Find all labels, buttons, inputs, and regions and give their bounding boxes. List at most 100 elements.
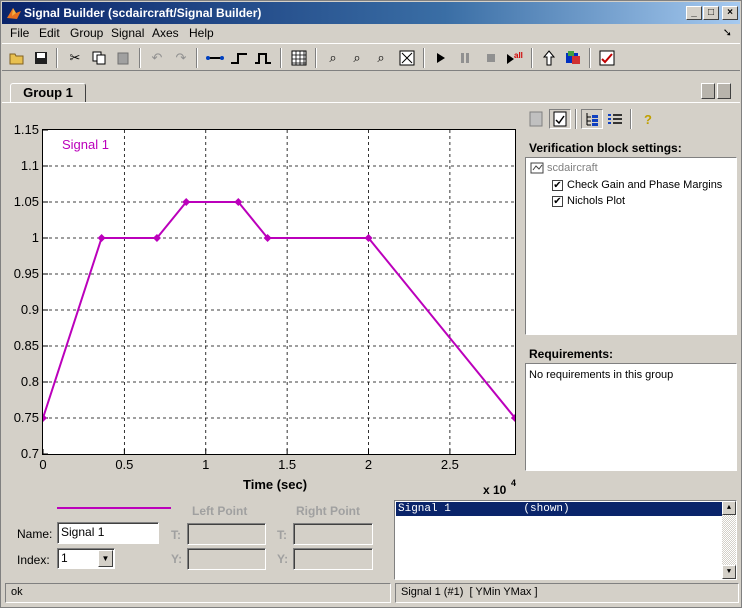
maximize-button[interactable]: □: [703, 6, 719, 20]
requirements-view-icon[interactable]: [525, 109, 547, 129]
left-point-y-field[interactable]: [187, 548, 266, 570]
x-tick-label: 0.5: [115, 457, 134, 472]
verification-requirements-icon[interactable]: [596, 48, 618, 68]
stop-icon[interactable]: [480, 48, 502, 68]
signal-line-sample: [57, 507, 171, 509]
tree-root-scdaircraft[interactable]: scdaircraft: [530, 162, 598, 174]
signal-list-row[interactable]: Signal 1 (shown): [396, 502, 722, 516]
redo-icon[interactable]: ↷: [170, 48, 192, 68]
full-view-icon[interactable]: [396, 48, 418, 68]
verification-tree[interactable]: scdaircraft ✔ Check Gain and Phase Margi…: [525, 157, 737, 335]
x-axis-label: Time (sec): [243, 477, 308, 492]
help-icon[interactable]: ?: [637, 109, 659, 129]
left-y-label: Y:: [171, 552, 183, 566]
zoom-xy-icon[interactable]: ⌕: [322, 48, 344, 68]
toolbar-separator: [589, 48, 591, 68]
right-point-y-field[interactable]: [293, 548, 373, 570]
toolbar-separator: [196, 48, 198, 68]
panel-separator: [630, 109, 632, 129]
verification-view-icon[interactable]: [549, 109, 571, 129]
right-t-label: T:: [277, 528, 287, 542]
scroll-up-icon[interactable]: ▲: [722, 501, 736, 515]
tree-item-label: Check Gain and Phase Margins: [567, 179, 723, 191]
cut-icon[interactable]: ✂: [64, 48, 86, 68]
signal-name-field[interactable]: Signal 1: [57, 522, 159, 544]
x-tick-label: 2: [364, 457, 373, 472]
undo-icon[interactable]: ↶: [146, 48, 168, 68]
group-tab-strip: Group 1: [2, 77, 740, 103]
title-bar[interactable]: Signal Builder (scdaircraft/Signal Build…: [2, 2, 740, 24]
menu-axes[interactable]: Axes: [152, 26, 179, 40]
status-bar-left: ok: [5, 583, 391, 603]
grid-icon[interactable]: [288, 48, 310, 68]
signal-list[interactable]: Signal 1 (shown) ▲ ▼: [394, 500, 737, 580]
tree-item-nichols-plot[interactable]: ✔ Nichols Plot: [552, 195, 625, 207]
signal-legend-label: Signal 1: [62, 137, 109, 152]
left-t-label: T:: [171, 528, 181, 542]
toolbar-separator: [280, 48, 282, 68]
panel-separator: [575, 109, 577, 129]
save-icon[interactable]: [30, 48, 52, 68]
right-point-t-field[interactable]: [293, 523, 373, 545]
toolbar-separator: [423, 48, 425, 68]
list-view-icon[interactable]: [604, 109, 626, 129]
signal-point[interactable]: [43, 414, 47, 422]
model-icon: [530, 162, 544, 174]
requirements-list[interactable]: No requirements in this group: [525, 363, 737, 471]
signal-index-dropdown[interactable]: 1 ▼: [57, 548, 115, 569]
zoom-y-icon[interactable]: ⌕: [370, 48, 392, 68]
chevron-down-icon[interactable]: ▼: [98, 550, 113, 567]
step-segment-icon[interactable]: [228, 48, 250, 68]
signal-index-value: 1: [61, 551, 68, 565]
zoom-x-icon[interactable]: ⌕: [346, 48, 368, 68]
y-tick-label: 0.95: [13, 266, 39, 281]
gain-phase-checkbox[interactable]: ✔: [552, 179, 563, 191]
close-button[interactable]: ×: [722, 6, 738, 20]
signal-plot[interactable]: [43, 130, 515, 454]
signal-point[interactable]: [97, 234, 106, 242]
tab-scroll-right-button[interactable]: [717, 83, 731, 99]
menu-dock-arrow-icon[interactable]: ➘: [723, 26, 732, 39]
y-tick-label: 1.15: [13, 122, 39, 137]
nichols-plot-checkbox[interactable]: ✔: [552, 195, 563, 207]
tree-view-icon[interactable]: [581, 109, 603, 129]
play-icon[interactable]: [430, 48, 452, 68]
open-icon[interactable]: [6, 48, 28, 68]
menu-bar: File Edit Group Signal Axes Help ➘: [2, 24, 740, 43]
svg-text:all: all: [514, 51, 523, 60]
constant-segment-icon[interactable]: [204, 48, 226, 68]
left-point-label: Left Point: [192, 504, 248, 518]
toolbar-separator: [56, 48, 58, 68]
tab-scroll-left-button[interactable]: [701, 83, 715, 99]
menu-help[interactable]: Help: [189, 26, 214, 40]
menu-group[interactable]: Group: [70, 26, 103, 40]
x-axis-multiplier: x 10: [483, 483, 507, 497]
tree-root-label: scdaircraft: [547, 162, 598, 174]
run-all-icon[interactable]: all: [504, 48, 526, 68]
signal-list-scrollbar[interactable]: ▲ ▼: [722, 501, 736, 579]
status-text: ok: [11, 586, 23, 598]
toolbar-separator: [531, 48, 533, 68]
index-label: Index:: [17, 553, 50, 567]
signal-builder-block-icon[interactable]: [562, 48, 584, 68]
menu-file[interactable]: File: [10, 26, 29, 40]
minimize-button[interactable]: _: [686, 6, 702, 20]
menu-signal[interactable]: Signal: [111, 26, 144, 40]
menu-edit[interactable]: Edit: [39, 26, 60, 40]
pulse-segment-icon[interactable]: [252, 48, 274, 68]
signal-axes[interactable]: Signal 1: [42, 129, 516, 455]
left-point-t-field[interactable]: [187, 523, 266, 545]
requirements-text: No requirements in this group: [529, 369, 674, 381]
tab-divider: [2, 102, 740, 103]
status-bar-right: Signal 1 (#1) [ YMin YMax ]: [395, 583, 739, 603]
scroll-down-icon[interactable]: ▼: [722, 565, 736, 579]
pause-icon[interactable]: [454, 48, 476, 68]
tab-group-1[interactable]: Group 1: [10, 83, 86, 103]
paste-icon[interactable]: [112, 48, 134, 68]
copy-icon[interactable]: [88, 48, 110, 68]
x-tick-label: 1: [202, 457, 210, 472]
toolbar-separator: [315, 48, 317, 68]
verification-settings-title: Verification block settings:: [529, 141, 682, 155]
tree-item-gain-phase-margins[interactable]: ✔ Check Gain and Phase Margins: [552, 179, 722, 191]
show-simulink-model-icon[interactable]: [538, 48, 560, 68]
